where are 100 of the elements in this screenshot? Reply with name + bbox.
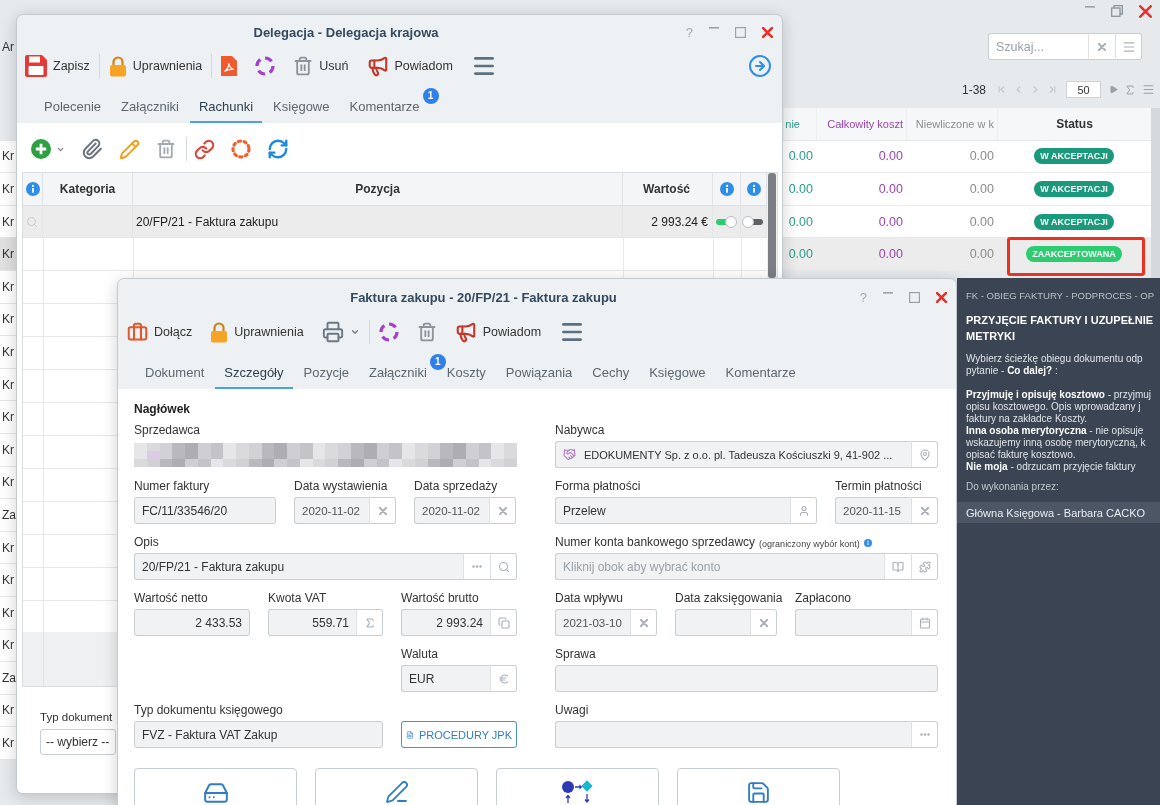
- minimize-icon[interactable]: [1085, 6, 1095, 8]
- scrollbar-track[interactable]: [1151, 108, 1160, 278]
- tab[interactable]: Komentarze: [716, 357, 805, 389]
- table-cell: Za: [0, 499, 16, 532]
- date-field[interactable]: 2020-11-15: [835, 497, 911, 524]
- clear-icon: [639, 618, 648, 627]
- document-icon: [406, 728, 414, 741]
- tab[interactable]: Dokument: [136, 357, 214, 389]
- status-badge: W AKCEPTACJI: [1034, 148, 1114, 165]
- restore-icon[interactable]: [1111, 5, 1123, 17]
- notify-button[interactable]: Powiadom: [366, 55, 453, 77]
- column-header: Całkowity koszt: [827, 117, 903, 130]
- maximize-icon[interactable]: [909, 291, 920, 303]
- copy-button[interactable]: [490, 609, 517, 636]
- info-icon[interactable]: [746, 182, 761, 196]
- info-icon[interactable]: [863, 538, 872, 547]
- notify-button[interactable]: Powiadom: [454, 321, 542, 343]
- magnifier-icon[interactable]: [26, 215, 38, 228]
- book-button[interactable]: [884, 553, 911, 580]
- person-button[interactable]: [790, 497, 817, 524]
- triangle-right-icon[interactable]: [1109, 85, 1118, 94]
- search-menu-button[interactable]: [1115, 33, 1142, 60]
- briefcase-icon: [127, 321, 148, 343]
- dotted-ring-icon[interactable]: [231, 139, 251, 159]
- close-icon[interactable]: [762, 26, 773, 38]
- date-field[interactable]: [795, 609, 911, 636]
- paperclip-icon[interactable]: [81, 138, 103, 160]
- maximize-icon[interactable]: [735, 26, 746, 38]
- location-button[interactable]: [911, 441, 938, 468]
- tab[interactable]: Cechy: [583, 357, 639, 389]
- select-field[interactable]: -- wybierz --: [40, 729, 116, 755]
- select-field[interactable]: Przelew: [555, 497, 790, 524]
- search-button[interactable]: [490, 553, 517, 580]
- page-size-field[interactable]: 50: [1066, 81, 1101, 98]
- link-icon[interactable]: [194, 138, 215, 160]
- pdf-button[interactable]: [221, 56, 238, 76]
- text-field[interactable]: FC/11/33546/20: [134, 497, 276, 524]
- clear-button[interactable]: [489, 497, 516, 524]
- attach-button[interactable]: Dołącz: [127, 321, 193, 343]
- first-page-icon[interactable]: [996, 84, 1007, 95]
- close-icon[interactable]: [1139, 4, 1152, 18]
- text-field[interactable]: 20/FP/21 - Faktura zakupu: [134, 553, 463, 580]
- date-field[interactable]: 2020-11-02: [414, 497, 489, 524]
- tab[interactable]: Powiązania: [496, 357, 582, 389]
- search-field[interactable]: Szukaj...: [988, 33, 1088, 60]
- text-field[interactable]: 2 993.24: [401, 609, 490, 636]
- text-field[interactable]: [555, 665, 938, 692]
- more-button[interactable]: [463, 553, 490, 580]
- delete-button[interactable]: [416, 322, 437, 342]
- toggle-switch[interactable]: [742, 215, 764, 228]
- date-field[interactable]: 2020-11-02: [294, 497, 369, 524]
- clear-button[interactable]: [911, 497, 938, 524]
- sum-button[interactable]: [356, 609, 383, 636]
- text-field[interactable]: [555, 721, 911, 748]
- tab[interactable]: Księgowe: [640, 357, 715, 389]
- sigma-icon[interactable]: [1124, 83, 1136, 96]
- tab[interactable]: Pozycje: [294, 357, 359, 389]
- minimize-icon[interactable]: [883, 292, 893, 294]
- ring-button[interactable]: [378, 322, 399, 342]
- status-badge: W AKCEPTACJI: [1034, 213, 1114, 230]
- tab[interactable]: Załączniki: [112, 91, 188, 123]
- text-field[interactable]: Kliknij obok aby wybrać konto: [555, 553, 884, 580]
- toggle-switch[interactable]: [715, 215, 737, 228]
- plus-circle-icon[interactable]: [31, 139, 51, 159]
- close-icon[interactable]: [936, 291, 947, 303]
- trash-icon[interactable]: [156, 139, 176, 159]
- minimize-icon[interactable]: [709, 27, 719, 29]
- sync-icon[interactable]: [267, 138, 289, 160]
- scrollbar-thumb[interactable]: [768, 173, 776, 278]
- pencil-icon[interactable]: [119, 138, 140, 160]
- clear-button[interactable]: [630, 609, 657, 636]
- tab[interactable]: Księgowe: [264, 91, 339, 123]
- calendar-button[interactable]: [911, 609, 938, 636]
- last-page-icon[interactable]: [1047, 84, 1058, 95]
- text-field[interactable]: EUR: [401, 665, 490, 692]
- date-field[interactable]: [675, 609, 750, 636]
- text-field[interactable]: EDOKUMENTY Sp. z o.o. pl. Tadeusza Kościuszki 9, 41-902 ...: [555, 441, 911, 468]
- ring-button[interactable]: [255, 56, 276, 76]
- print-button[interactable]: [321, 321, 360, 343]
- save-button[interactable]: Zapisz: [25, 55, 90, 77]
- clear-button[interactable]: [369, 497, 396, 524]
- currency-button[interactable]: [490, 665, 517, 692]
- menu-icon[interactable]: [1142, 83, 1155, 96]
- arrow-circle-icon[interactable]: [748, 54, 772, 78]
- jpk-button[interactable]: PROCEDURY JPK: [401, 721, 517, 748]
- tab[interactable]: Polecenie: [35, 91, 111, 123]
- permissions-button[interactable]: Uprawnienia: [210, 321, 304, 343]
- assignee-option[interactable]: Główna Księgowa - Barbara CACKO: [957, 502, 1160, 523]
- more-button[interactable]: [911, 721, 938, 748]
- delete-button[interactable]: Usuń: [293, 56, 349, 76]
- clear-search-button[interactable]: [1088, 33, 1115, 60]
- clear-button[interactable]: [750, 609, 777, 636]
- info-icon[interactable]: [25, 182, 40, 196]
- info-icon[interactable]: [719, 182, 734, 196]
- permissions-button[interactable]: Uprawnienia: [108, 55, 203, 77]
- date-field[interactable]: 2021-03-10: [555, 609, 630, 636]
- text-field[interactable]: 559.71: [268, 609, 356, 636]
- text-field[interactable]: 2 433.53: [134, 609, 250, 636]
- select-field[interactable]: FVZ - Faktura VAT Zakup: [134, 721, 383, 748]
- puzzle-button[interactable]: [911, 553, 938, 580]
